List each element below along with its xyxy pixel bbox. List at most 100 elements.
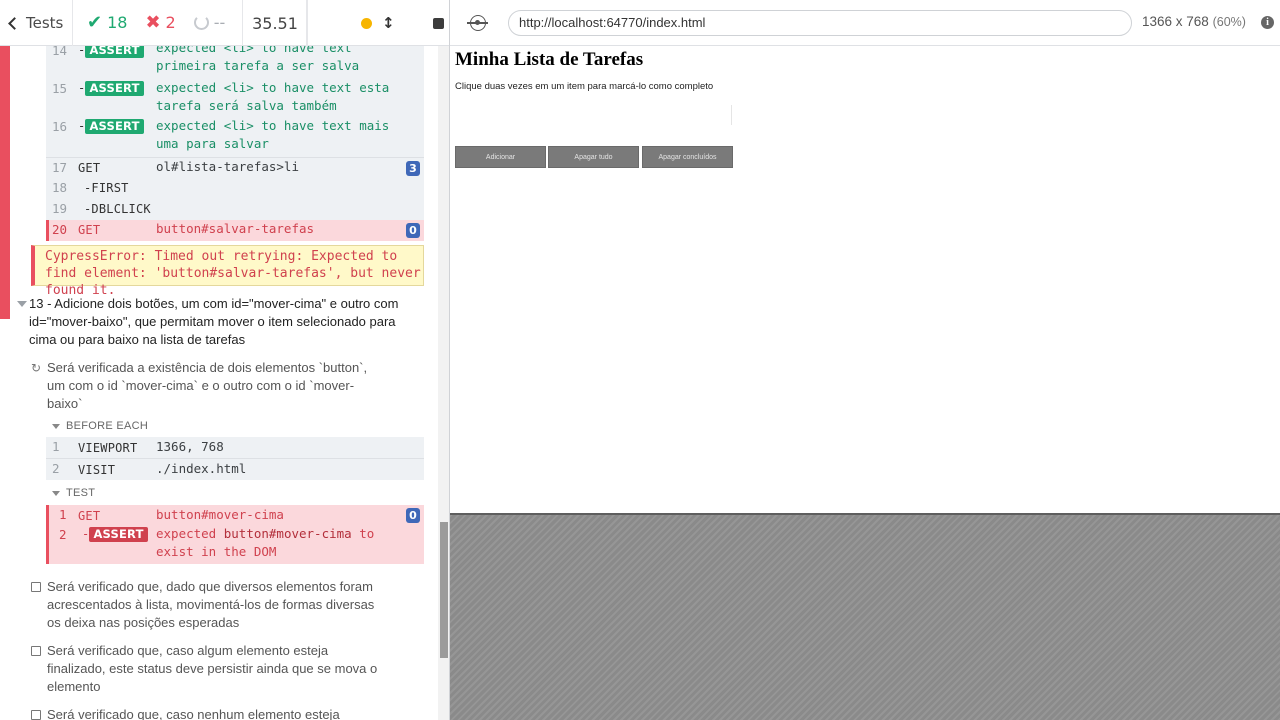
tests-nav-button[interactable]: Tests bbox=[0, 0, 73, 46]
command-message: ./index.html bbox=[156, 461, 247, 476]
failed-count: 2 bbox=[165, 13, 176, 32]
instructions: Clique duas vezes em um item para marcá-… bbox=[455, 81, 714, 92]
command-row[interactable]: 1 GET button#mover-cima 0 bbox=[49, 505, 424, 526]
count-badge: 0 bbox=[406, 223, 420, 238]
count-badge: 3 bbox=[406, 161, 420, 176]
command-message: expected <li> to have text primeira tare… bbox=[156, 46, 360, 73]
test-title[interactable]: Será verificado que, dado que diversos e… bbox=[47, 578, 387, 632]
url-field[interactable]: http://localhost:64770/index.html bbox=[508, 10, 1132, 36]
url-bar: http://localhost:64770/index.html 1366 x… bbox=[450, 0, 1280, 46]
command-number: 16 bbox=[52, 119, 68, 134]
tests-label: Tests bbox=[26, 13, 64, 32]
checkbox-icon bbox=[31, 710, 41, 720]
caret-down-icon[interactable] bbox=[52, 424, 60, 429]
command-name: VISIT bbox=[78, 463, 116, 477]
command-name: -DBLCLICK bbox=[84, 202, 151, 216]
clear-completed-button[interactable]: Apagar concluídos bbox=[642, 146, 733, 168]
command-list: 14 - ASSERT expected <li> to have text pr… bbox=[46, 46, 424, 241]
caret-down-icon[interactable] bbox=[52, 491, 60, 496]
reporter-body: 14 - ASSERT expected <li> to have text pr… bbox=[0, 46, 438, 720]
auto-scroll-icon[interactable]: ↕ bbox=[382, 14, 395, 32]
command-number: 19 bbox=[52, 201, 68, 216]
pending-count: -- bbox=[213, 13, 226, 32]
page-title: Minha Lista de Tarefas bbox=[455, 49, 644, 70]
viewport-background bbox=[450, 513, 1280, 720]
viewport-info: 1366 x 768 (60%) bbox=[1142, 14, 1246, 29]
command-message: button#salvar-tarefas bbox=[156, 221, 315, 236]
viewport-scale: (60%) bbox=[1212, 15, 1246, 29]
running-spinner-icon: ↻ bbox=[31, 361, 42, 375]
info-icon[interactable]: i bbox=[1261, 16, 1274, 29]
aut-frame: Minha Lista de Tarefas Clique duas vezes… bbox=[450, 47, 1280, 513]
command-name: -FIRST bbox=[84, 181, 129, 195]
checkbox-icon bbox=[31, 582, 41, 592]
command-name: - ASSERT bbox=[78, 46, 144, 58]
assert-badge: ASSERT bbox=[85, 81, 144, 96]
command-message: button#mover-cima bbox=[156, 507, 284, 522]
hook-command-list: 1 VIEWPORT 1366, 768 2 VISIT ./index.htm… bbox=[46, 437, 424, 480]
x-icon: ✖ bbox=[145, 11, 161, 33]
reporter-panel: Tests ✔ 18 ✖ 2 -- 35.51 ↕ 14 - ASSERT ex… bbox=[0, 0, 450, 720]
runner-controls: ↕ bbox=[309, 0, 449, 46]
command-number: 2 bbox=[59, 527, 67, 542]
reporter-header: Tests ✔ 18 ✖ 2 -- 35.51 ↕ bbox=[0, 0, 449, 46]
command-row[interactable]: 14 - ASSERT expected <li> to have text pr… bbox=[46, 46, 424, 81]
test-title[interactable]: Será verificada a existência de dois ele… bbox=[47, 359, 387, 413]
command-number: 1 bbox=[52, 439, 60, 454]
passed-stat: ✔ 18 bbox=[87, 13, 127, 32]
caret-down-icon[interactable] bbox=[17, 301, 27, 307]
pending-ring-icon bbox=[193, 15, 209, 30]
command-name: VIEWPORT bbox=[78, 441, 138, 455]
command-row[interactable]: 19 -DBLCLICK bbox=[46, 199, 424, 220]
check-icon: ✔ bbox=[87, 11, 103, 33]
command-row[interactable]: 16 - ASSERT expected <li> to have text ma… bbox=[46, 118, 424, 157]
failed-command-row[interactable]: 20 GET button#salvar-tarefas 0 bbox=[46, 220, 424, 241]
count-badge: 0 bbox=[406, 508, 420, 523]
stop-icon[interactable] bbox=[432, 17, 444, 29]
error-message[interactable]: CypressError: Timed out retrying: Expect… bbox=[31, 245, 424, 298]
command-number: 15 bbox=[52, 81, 68, 96]
command-name: GET bbox=[78, 161, 101, 175]
command-row[interactable]: 2 - ASSERT expected button#mover-cima to … bbox=[49, 526, 424, 564]
command-message: expected button#mover-cima to exist in t… bbox=[156, 526, 375, 559]
command-number: 14 bbox=[52, 46, 68, 58]
app-preview: http://localhost:64770/index.html 1366 x… bbox=[450, 0, 1280, 720]
reporter-scroll-thumb[interactable] bbox=[440, 522, 448, 658]
command-name: GET bbox=[78, 223, 101, 237]
test-title[interactable]: Será verificado que, caso nenhum element… bbox=[47, 706, 387, 720]
command-row[interactable]: 15 - ASSERT expected <li> to have text es… bbox=[46, 80, 424, 119]
pending-stat: -- bbox=[193, 13, 226, 32]
command-number: 18 bbox=[52, 180, 68, 195]
command-row[interactable]: 1 VIEWPORT 1366, 768 bbox=[46, 437, 424, 458]
command-message: ol#lista-tarefas>li bbox=[156, 159, 299, 174]
passed-count: 18 bbox=[107, 13, 128, 32]
command-name: - ASSERT bbox=[78, 81, 144, 96]
suite-title[interactable]: 13 - Adicione dois botões, um com id="mo… bbox=[29, 295, 424, 349]
assert-badge: ASSERT bbox=[89, 527, 148, 542]
command-row[interactable]: 18 -FIRST bbox=[46, 178, 424, 199]
failed-command-group: 1 GET button#mover-cima 0 2 - ASSERT expe… bbox=[46, 505, 424, 564]
clear-all-button[interactable]: Apagar tudo bbox=[548, 146, 639, 168]
assert-badge: ASSERT bbox=[85, 119, 144, 134]
command-row[interactable]: 2 VISIT ./index.html bbox=[46, 458, 424, 480]
failed-stat: ✖ 2 bbox=[145, 13, 175, 32]
running-indicator-icon bbox=[361, 17, 372, 29]
command-name: GET bbox=[78, 509, 101, 523]
selector-playground-icon[interactable] bbox=[467, 15, 488, 31]
hook-label[interactable]: BEFORE EACH bbox=[66, 420, 148, 432]
hook-label[interactable]: TEST bbox=[66, 487, 95, 499]
command-number: 2 bbox=[52, 461, 60, 476]
test-title[interactable]: Será verificado que, caso algum elemento… bbox=[47, 642, 387, 696]
checkbox-icon bbox=[31, 646, 41, 656]
command-message: expected <li> to have text mais uma para… bbox=[156, 118, 390, 151]
command-row[interactable]: 17 GET ol#lista-tarefas>li 3 bbox=[46, 157, 424, 178]
add-button[interactable]: Adicionar bbox=[455, 146, 546, 168]
command-name: - ASSERT bbox=[82, 527, 148, 542]
failed-suite-bar bbox=[0, 46, 10, 319]
command-number: 17 bbox=[52, 160, 68, 175]
viewport-size: 1366 x 768 bbox=[1142, 14, 1209, 29]
command-number: 20 bbox=[52, 222, 68, 237]
chevron-left-icon bbox=[8, 16, 21, 30]
task-input[interactable] bbox=[455, 105, 732, 125]
command-name: - ASSERT bbox=[78, 119, 144, 134]
